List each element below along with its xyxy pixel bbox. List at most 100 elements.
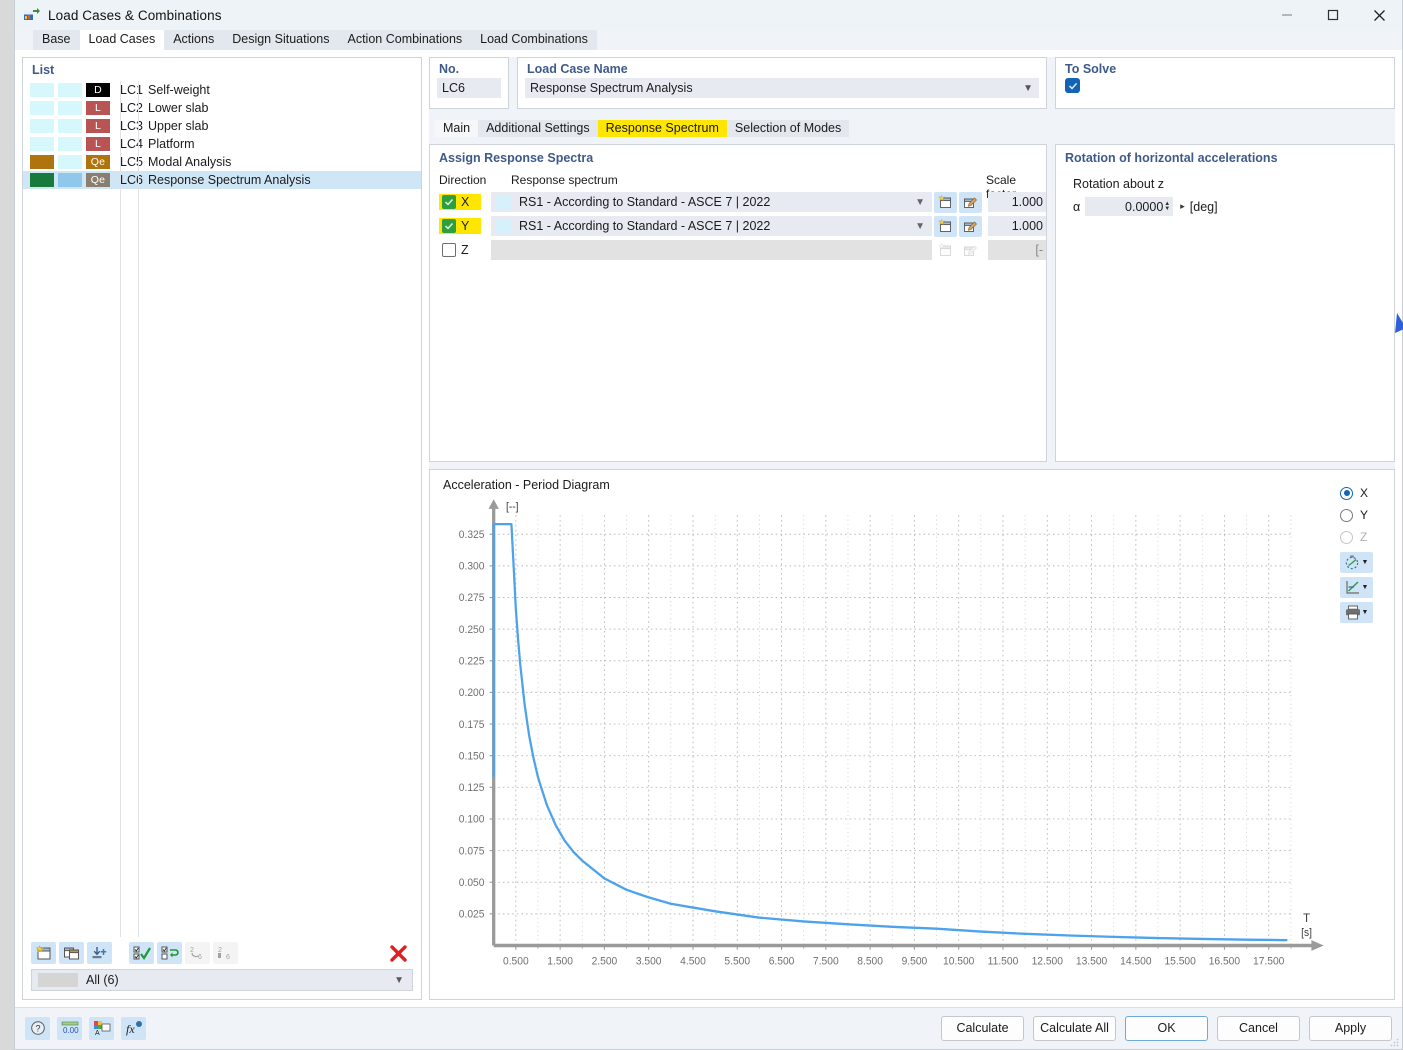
load-case-header-row: No. LC6 Load Case Name Response Spectrum…: [429, 57, 1395, 109]
row-color-1: [30, 173, 54, 187]
new-load-case-button[interactable]: [31, 942, 56, 964]
spectrum-color-swatch: [496, 219, 512, 233]
dialog-footer: ? 0.00 A fx Calculate Calculate All OK C…: [15, 1007, 1402, 1049]
edit-spectrum-icon[interactable]: [959, 191, 982, 213]
to-solve-checkbox[interactable]: [1065, 78, 1080, 93]
invert-selection-button[interactable]: [157, 942, 182, 964]
new-spectrum-icon[interactable]: [934, 191, 957, 213]
tab-action-combinations[interactable]: Action Combinations: [338, 30, 472, 50]
rotation-title: Rotation of horizontal accelerations: [1065, 151, 1278, 165]
tab-response-spectrum[interactable]: Response Spectrum: [597, 120, 727, 137]
svg-text:17.500: 17.500: [1253, 957, 1285, 968]
direction-row-x: X RS1 - According to Standard - ASCE 7 |…: [430, 191, 1046, 213]
expand-arrow-icon[interactable]: ▸: [1180, 201, 1185, 212]
radio-direction-x[interactable]: X: [1340, 482, 1386, 504]
list-item[interactable]: L LC4 Platform: [23, 135, 421, 153]
list-item[interactable]: D LC1 Self-weight: [23, 81, 421, 99]
scale-factor-x[interactable]: 1.000: [988, 192, 1046, 212]
no-input[interactable]: LC6: [437, 78, 501, 98]
close-button[interactable]: [1356, 0, 1402, 30]
spectrum-select-y[interactable]: RS1 - According to Standard - ASCE 7 | 2…: [491, 216, 932, 236]
help-icon[interactable]: ?: [25, 1016, 50, 1040]
list-item[interactable]: L LC3 Upper slab: [23, 117, 421, 135]
copy-load-case-button[interactable]: [59, 942, 84, 964]
row-action-badge: D: [86, 83, 110, 97]
radio-direction-y[interactable]: Y: [1340, 504, 1386, 526]
svg-text:0.100: 0.100: [459, 815, 485, 826]
list-filter-dropdown[interactable]: All (6) ▼: [31, 969, 413, 991]
svg-text:2.500: 2.500: [592, 957, 618, 968]
units-icon[interactable]: 0.00: [57, 1016, 82, 1040]
select-all-button[interactable]: [129, 942, 154, 964]
tab-design-situations[interactable]: Design Situations: [223, 30, 339, 50]
row-color-2: [58, 155, 82, 169]
spectrum-select-z: [491, 240, 932, 260]
delete-button[interactable]: [387, 942, 409, 964]
load-case-list[interactable]: D LC1 Self-weight L LC2 Lower slab L LC3: [23, 81, 421, 937]
radio-z-label: Z: [1360, 530, 1368, 544]
svg-text:fx: fx: [126, 1022, 135, 1036]
svg-text:4.500: 4.500: [680, 957, 706, 968]
edit-spectrum-icon: [959, 240, 982, 261]
tab-base[interactable]: Base: [33, 30, 80, 50]
cancel-button[interactable]: Cancel: [1217, 1015, 1300, 1041]
filter-color-chip: [38, 973, 78, 987]
minimize-button[interactable]: [1264, 0, 1310, 30]
row-number: LC3: [120, 119, 143, 133]
ok-button[interactable]: OK: [1125, 1015, 1208, 1041]
direction-x-toggle[interactable]: X: [439, 194, 481, 210]
calculate-all-button[interactable]: Calculate All: [1033, 1015, 1116, 1041]
svg-text:5.500: 5.500: [724, 957, 750, 968]
list-title: List: [32, 63, 55, 77]
load-cases-window: Load Cases & Combinations Base Load Case…: [14, 0, 1403, 1050]
new-spectrum-icon[interactable]: [934, 215, 957, 237]
tab-selection-of-modes[interactable]: Selection of Modes: [726, 120, 850, 137]
diagram-settings-button[interactable]: ▼: [1340, 552, 1373, 573]
assign-title: Assign Response Spectra: [439, 151, 594, 165]
resize-grip[interactable]: [1390, 1038, 1399, 1047]
svg-text:0.075: 0.075: [459, 846, 485, 857]
no-label: No.: [439, 62, 460, 76]
svg-text:Sa: Sa: [508, 496, 522, 499]
display-properties-icon[interactable]: A: [89, 1016, 114, 1040]
row-action-badge: Qe: [86, 173, 110, 187]
scale-factor-y[interactable]: 1.000: [988, 216, 1046, 236]
name-input[interactable]: Response Spectrum Analysis ▼: [525, 78, 1039, 98]
col-spectrum-header: Response spectrum: [511, 173, 618, 187]
row-number: LC2: [120, 101, 143, 115]
name-label: Load Case Name: [527, 62, 628, 76]
alpha-input[interactable]: 0.0000 ▲ ▼: [1085, 197, 1174, 216]
to-solve-field: To Solve: [1055, 57, 1395, 109]
print-button[interactable]: ▼: [1340, 602, 1373, 623]
tab-main[interactable]: Main: [435, 120, 479, 137]
spectrum-select-x[interactable]: RS1 - According to Standard - ASCE 7 | 2…: [491, 192, 932, 212]
list-item-selected[interactable]: Qe LC6 Response Spectrum Analysis: [23, 171, 421, 189]
list-toolbar: 2 6 2 6: [23, 937, 421, 969]
chevron-down-icon: ▼: [394, 974, 404, 986]
col-scale-header: Scale factor: [986, 173, 1017, 201]
edit-spectrum-icon[interactable]: [959, 215, 982, 237]
row-color-1: [30, 101, 54, 115]
import-load-case-button[interactable]: [87, 942, 112, 964]
list-item[interactable]: L LC2 Lower slab: [23, 99, 421, 117]
row-number: LC1: [120, 83, 143, 97]
load-case-name-field: Load Case Name Response Spectrum Analysi…: [517, 57, 1047, 109]
direction-y-toggle[interactable]: Y: [439, 218, 481, 234]
chart-canvas[interactable]: 0.025 0.050 0.075 0.100 0.125 0.150 0.175 0.200…: [430, 487, 1334, 999]
tab-load-combinations[interactable]: Load Combinations: [471, 30, 597, 50]
tab-additional-settings[interactable]: Additional Settings: [478, 120, 598, 137]
tab-actions[interactable]: Actions: [164, 30, 224, 50]
graph-style-button[interactable]: ▼: [1340, 577, 1373, 598]
maximize-button[interactable]: [1310, 0, 1356, 30]
apply-button[interactable]: Apply: [1309, 1015, 1392, 1041]
tab-load-cases[interactable]: Load Cases: [79, 30, 165, 50]
chevron-down-icon: ▼: [1023, 82, 1033, 94]
direction-z-toggle[interactable]: Z: [439, 242, 481, 258]
calculate-button[interactable]: Calculate: [941, 1015, 1024, 1041]
formula-icon[interactable]: fx: [121, 1016, 146, 1040]
list-item[interactable]: Qe LC5 Modal Analysis: [23, 153, 421, 171]
spinner-icon[interactable]: ▲ ▼: [1164, 201, 1170, 212]
row-color-2: [58, 101, 82, 115]
alpha-row: α 0.0000 ▲ ▼ ▸ [deg]: [1056, 197, 1394, 216]
direction-row-y: Y RS1 - According to Standard - ASCE 7 |…: [430, 215, 1046, 237]
